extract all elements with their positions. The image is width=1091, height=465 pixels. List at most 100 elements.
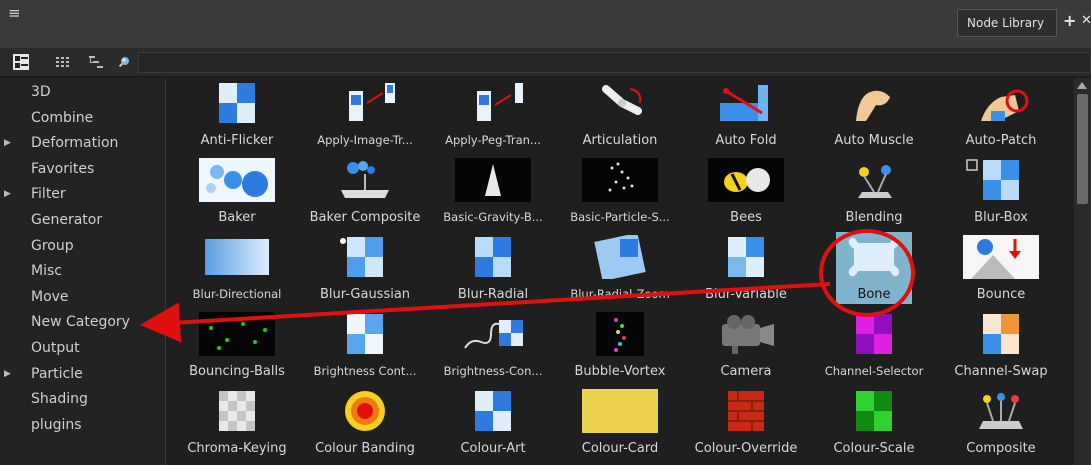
sidebar-item-shading[interactable]: Shading bbox=[0, 387, 165, 412]
title-bar: ≡ Node Library + ✕ bbox=[0, 0, 1091, 49]
sidebar-item-label: plugins bbox=[31, 416, 82, 433]
anti-flicker-icon bbox=[199, 81, 275, 125]
scroll-up-arrow-icon[interactable] bbox=[1077, 82, 1087, 89]
node-label: Baker Composite bbox=[309, 210, 421, 225]
tab-node-library[interactable]: Node Library bbox=[957, 9, 1057, 37]
node-label: Bouncing-Balls bbox=[189, 364, 285, 379]
node-colour-card[interactable]: Colour-Card bbox=[555, 386, 685, 463]
node-label: Bounce bbox=[976, 287, 1026, 302]
node-chroma-keying[interactable]: Chroma-Keying bbox=[172, 386, 302, 463]
node-label: Channel-Selector bbox=[824, 364, 924, 378]
sidebar-item-label: Shading bbox=[31, 391, 88, 408]
sidebar-item-new-category[interactable]: New Category bbox=[0, 310, 165, 335]
node-auto-fold[interactable]: Auto Fold bbox=[681, 78, 811, 155]
vertical-scrollbar[interactable] bbox=[1074, 78, 1091, 465]
node-auto-patch[interactable]: Auto-Patch bbox=[936, 78, 1066, 155]
sidebar-item-move[interactable]: Move bbox=[0, 285, 165, 310]
auto-patch-icon bbox=[963, 81, 1039, 125]
sidebar-item-label: Combine bbox=[31, 109, 94, 126]
node-basic-gravity[interactable]: Basic-Gravity-B... bbox=[428, 155, 558, 232]
channel-swap-icon bbox=[963, 312, 1039, 356]
sidebar-item-combine[interactable]: Combine bbox=[0, 106, 165, 131]
node-label: Articulation bbox=[582, 133, 658, 148]
sidebar-item-label: Deformation bbox=[31, 135, 119, 152]
node-camera[interactable]: Camera bbox=[681, 309, 811, 386]
node-brightness-contrast-2[interactable]: Brightness-Con... bbox=[428, 309, 558, 386]
sidebar-item-deformation[interactable]: ▶ Deformation bbox=[0, 131, 165, 156]
baker-icon bbox=[199, 158, 275, 202]
node-apply-image-transform[interactable]: Apply-Image-Tr... bbox=[300, 78, 430, 155]
sidebar-item-output[interactable]: Output bbox=[0, 336, 165, 361]
expand-arrow-icon[interactable]: ▶ bbox=[4, 131, 11, 156]
node-colour-banding[interactable]: Colour Banding bbox=[300, 386, 430, 463]
sidebar-item-label: Move bbox=[31, 288, 69, 305]
node-brightness-contrast[interactable]: Brightness Cont... bbox=[300, 309, 430, 386]
search-icon[interactable] bbox=[116, 53, 134, 71]
list-view-icon[interactable] bbox=[12, 53, 30, 71]
node-label: Colour-Override bbox=[694, 441, 798, 456]
node-colour-scale[interactable]: Colour-Scale bbox=[809, 386, 939, 463]
blending-icon bbox=[836, 158, 912, 202]
node-blur-gaussian[interactable]: Blur-Gaussian bbox=[300, 232, 430, 309]
sidebar-item-particle[interactable]: ▶ Particle bbox=[0, 362, 165, 387]
filter-input[interactable] bbox=[138, 52, 1091, 73]
scrollbar-thumb[interactable] bbox=[1077, 94, 1088, 204]
node-blending[interactable]: Blending bbox=[809, 155, 939, 232]
node-anti-flicker[interactable]: Anti-Flicker bbox=[172, 78, 302, 155]
node-blur-directional[interactable]: Blur-Directional bbox=[172, 232, 302, 309]
sidebar-item-group[interactable]: Group bbox=[0, 234, 165, 259]
node-apply-peg-transform[interactable]: Apply-Peg-Tran... bbox=[428, 78, 558, 155]
sidebar-item-label: Favorites bbox=[31, 160, 95, 177]
node-label: Composite bbox=[966, 441, 1036, 456]
node-blur-variable[interactable]: Blur-Variable bbox=[681, 232, 811, 309]
node-bounce[interactable]: Bounce bbox=[936, 232, 1066, 309]
sidebar-item-filter[interactable]: ▶ Filter bbox=[0, 182, 165, 207]
node-baker-composite[interactable]: Baker Composite bbox=[300, 155, 430, 232]
node-articulation[interactable]: Articulation bbox=[555, 78, 685, 155]
colour-card-icon bbox=[582, 389, 658, 433]
node-baker[interactable]: Baker bbox=[172, 155, 302, 232]
hamburger-menu-icon[interactable]: ≡ bbox=[8, 5, 24, 21]
node-bouncing-balls[interactable]: Bouncing-Balls bbox=[172, 309, 302, 386]
node-colour-art[interactable]: Colour-Art bbox=[428, 386, 558, 463]
sidebar-item-misc[interactable]: Misc bbox=[0, 259, 165, 284]
sidebar-item-label: Generator bbox=[31, 212, 103, 228]
node-colour-override[interactable]: Colour-Override bbox=[681, 386, 811, 463]
sidebar-item-3d[interactable]: 3D bbox=[0, 80, 165, 105]
sidebar-item-favorites[interactable]: Favorites bbox=[0, 157, 165, 182]
tree-view-icon[interactable] bbox=[87, 53, 105, 71]
basic-gravity-icon bbox=[455, 158, 531, 202]
node-channel-selector[interactable]: Channel-Selector bbox=[809, 309, 939, 386]
node-label: Colour-Scale bbox=[833, 441, 915, 456]
node-bone[interactable]: Bone bbox=[809, 232, 939, 309]
sidebar-item-label: Particle bbox=[31, 365, 83, 382]
node-basic-particle[interactable]: Basic-Particle-S... bbox=[555, 155, 685, 232]
node-blur-box[interactable]: Blur-Box bbox=[936, 155, 1066, 232]
sidebar-item-plugins[interactable]: plugins bbox=[0, 413, 165, 438]
sidebar-item-label: New Category bbox=[31, 314, 130, 331]
close-tab-icon[interactable]: ✕ bbox=[1081, 13, 1091, 29]
node-label: Brightness Cont... bbox=[313, 364, 417, 378]
grid-view-icon[interactable] bbox=[55, 53, 73, 71]
node-blur-radial[interactable]: Blur-Radial bbox=[428, 232, 558, 309]
node-composite[interactable]: Composite bbox=[936, 386, 1066, 463]
colour-override-icon bbox=[708, 389, 784, 433]
node-bees[interactable]: Bees bbox=[681, 155, 811, 232]
bone-icon bbox=[836, 235, 912, 279]
node-label: Colour Banding bbox=[315, 441, 415, 456]
auto-fold-icon bbox=[708, 81, 784, 125]
expand-arrow-icon[interactable]: ▶ bbox=[4, 182, 11, 207]
node-label: Bees bbox=[730, 210, 762, 225]
basic-particle-icon bbox=[582, 158, 658, 202]
node-auto-muscle[interactable]: Auto Muscle bbox=[809, 78, 939, 155]
blur-radial-icon bbox=[455, 235, 531, 279]
auto-muscle-icon bbox=[836, 81, 912, 125]
node-label: Apply-Image-Tr... bbox=[317, 133, 413, 147]
node-blur-radial-zoom[interactable]: Blur-Radial-Zoom bbox=[555, 232, 685, 309]
add-tab-icon[interactable]: + bbox=[1063, 13, 1076, 29]
expand-arrow-icon[interactable]: ▶ bbox=[4, 362, 11, 387]
node-channel-swap[interactable]: Channel-Swap bbox=[936, 309, 1066, 386]
node-label: Blur-Directional bbox=[192, 287, 282, 301]
sidebar-item-generator[interactable]: Generator bbox=[0, 208, 165, 233]
node-bubble-vortex[interactable]: Bubble-Vortex bbox=[555, 309, 685, 386]
